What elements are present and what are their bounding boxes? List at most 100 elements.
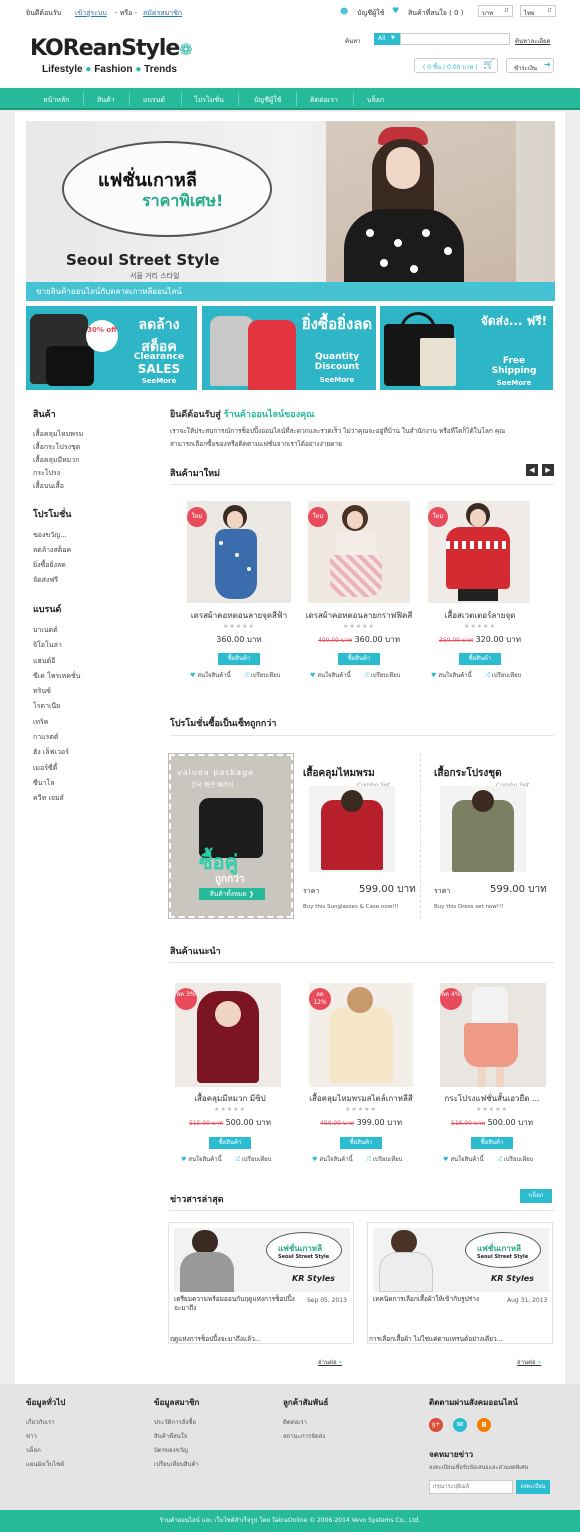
nav-brands[interactable]: แบรนด์ <box>143 95 165 106</box>
product-name[interactable]: เสื้อคลุมไหมพรมสไตล์เกาหลีสี <box>306 1092 416 1105</box>
wishlist-link[interactable]: ♥ สนใจสินค้านี้ <box>312 1154 353 1164</box>
login-link[interactable]: เข้าสู่ระบบ <box>75 8 107 19</box>
news-card-1[interactable]: แฟชั่นเกาหลี Seoul Street Style KR Style… <box>168 1222 354 1344</box>
blog-button[interactable]: บล็อก <box>520 1189 552 1203</box>
sidebar-item-quantity[interactable]: ยิ่งซื้อยิ่งลด <box>33 558 143 573</box>
carousel-prev-button[interactable]: ◀ <box>526 464 538 476</box>
compare-link[interactable]: ⤮ เปรียบเทียบ <box>364 670 400 680</box>
sidebar-brand-item[interactable]: ขีเค โพรเทคชั่น <box>33 669 143 684</box>
currency-select[interactable]: บาท ⇵ <box>478 5 513 17</box>
promo-quantity[interactable]: ยิ่งซื้อยิ่งลด Quantity Discount SeeMore <box>202 306 376 390</box>
footer-link[interactable]: เกี่ยวกับเรา <box>26 1416 64 1430</box>
advanced-search-link[interactable]: ค้นหาละเอียด <box>515 36 550 46</box>
search-scope-select[interactable]: All ▼ <box>374 33 400 45</box>
search-input[interactable] <box>400 33 510 45</box>
sidebar-item-gift[interactable]: ของขวัญ... <box>33 528 143 543</box>
sets-all-button[interactable]: สินค้าทั้งหมด ❯ <box>199 888 265 900</box>
buy-button[interactable]: ซื้อสินค้า <box>459 653 501 665</box>
wishlist-link[interactable]: ♥ สนใจสินค้านี้ <box>443 1154 484 1164</box>
footer-link[interactable]: สินค้าที่สนใจ <box>154 1430 199 1444</box>
sidebar-brand-item[interactable]: กาแรตต์ <box>33 730 143 745</box>
subscribe-button[interactable]: ลงทะเบียน <box>516 1480 550 1494</box>
cart-button[interactable]: ( 0 ชิ้น / 0.00 บาท ) 🛒 <box>414 58 498 73</box>
footer-link[interactable]: เปรียบเทียบสินค้า <box>154 1458 199 1472</box>
news-card-2[interactable]: แฟชั่นเกาหลี Seoul Street Style KR Style… <box>367 1222 553 1344</box>
nav-account[interactable]: บัญชีผู้ใช้ <box>254 95 281 106</box>
compare-link[interactable]: ⤮ เปรียบเทียบ <box>485 670 521 680</box>
sidebar-item-tops[interactable]: เสื้อบนเสื้อ <box>33 480 143 493</box>
promo-shipping[interactable]: จัดส่ง... ฟรี! Free Shipping SeeMore <box>380 306 553 390</box>
register-link[interactable]: สมัครสมาชิก <box>143 8 182 19</box>
logo[interactable]: KOReanStyle❁ <box>30 36 193 61</box>
sidebar-brand-item[interactable]: ควีท เจมส์ <box>33 791 143 806</box>
compare-label: เปรียบเทียบ <box>503 1156 534 1163</box>
sidebar-item-free-shipping[interactable]: จัดส่งฟรี <box>33 573 143 588</box>
blogger-icon[interactable]: B <box>477 1418 491 1432</box>
product-name[interactable]: เสื้อคลุมมีหมวก มีซิป <box>175 1092 285 1105</box>
sidebar-brand-item[interactable]: โรดาเนีย <box>33 699 143 714</box>
footer-link[interactable]: สถานะการจัดส่ง <box>283 1430 325 1444</box>
sidebar-brand-item[interactable]: จิโอโนล่า <box>33 638 143 653</box>
buy-button[interactable]: ซื้อสินค้า <box>471 1137 513 1149</box>
buy-button[interactable]: ซื้อสินค้า <box>209 1137 251 1149</box>
compare-link[interactable]: ⤮ เปรียบเทียบ <box>497 1154 533 1164</box>
product-name[interactable]: เดรสผ้าคอทตอนลายจุดสีฟ้า <box>184 609 294 622</box>
google-plus-icon[interactable]: g+ <box>429 1418 443 1432</box>
footer-link[interactable]: ข่าว <box>26 1430 64 1444</box>
read-more-link[interactable]: อ่านต่อ » <box>517 1357 541 1367</box>
promo-quantity-more[interactable]: SeeMore <box>300 376 374 384</box>
sidebar-brand-item[interactable]: ซีนาโล <box>33 776 143 791</box>
wishlist-link[interactable]: ♥ สนใจสินค้านี้ <box>190 670 231 680</box>
buy-button[interactable]: ซื้อสินค้า <box>218 653 260 665</box>
footer-link[interactable]: บล็อก <box>26 1444 64 1458</box>
sidebar-brand-item[interactable]: แฮนด์อี <box>33 654 143 669</box>
hero-banner[interactable]: แฟชั่นเกาหลี ราคาพิเศษ! Seoul Street Sty… <box>26 121 555 301</box>
account-link[interactable]: บัญชีผู้ใช้ <box>357 8 384 19</box>
sets-banner[interactable]: valuea package 한국 패션 패키지 ซื้อคู่ ถูกกว่า… <box>168 753 294 919</box>
nav-blog[interactable]: บล็อก <box>367 95 384 106</box>
buy-button[interactable]: ซื้อสินค้า <box>340 1137 382 1149</box>
compare-link[interactable]: ⤮ เปรียบเทียบ <box>244 670 280 680</box>
sidebar-item-skirt[interactable]: กระโปรง <box>33 467 143 480</box>
set-card-1[interactable]: เสื้อคลุมไหมพรม Combo Set ราคา 599.00 บา… <box>293 754 421 918</box>
sidebar-brand-item[interactable]: ทรินซ์ <box>33 684 143 699</box>
nav-promotions[interactable]: โปรโมชั่น <box>194 95 224 106</box>
nav-products[interactable]: สินค้า <box>97 95 115 106</box>
sidebar-brand-item[interactable]: เมอร์ซี่ดี้ <box>33 761 143 776</box>
sidebar-brand-item[interactable]: บาเนตต์ <box>33 623 143 638</box>
promo-clearance[interactable]: 30% off ลดล้างสต็อค Clearance SALES SeeM… <box>26 306 197 390</box>
footer-link[interactable]: ประวัติการสั่งซื้อ <box>154 1416 199 1430</box>
nav-home[interactable]: หน้าหลัก <box>43 95 69 106</box>
wishlist-link[interactable]: สินค้าที่สนใจ ( 0 ) <box>408 8 463 19</box>
footer-link[interactable]: บัตรของขวัญ <box>154 1444 199 1458</box>
read-more-link[interactable]: อ่านต่อ » <box>318 1357 342 1367</box>
sidebar-item-hoodie[interactable]: เสื้อคลุมมีหมวก <box>33 454 143 467</box>
sidebar-brand-item[interactable]: ฮัง เล็ฟเวอร์ <box>33 745 143 760</box>
sidebar-item-cardigan[interactable]: เสื้อคลุมไหมพรม <box>33 428 143 441</box>
email-icon[interactable]: ✉ <box>453 1418 467 1432</box>
wishlist-link[interactable]: ♥ สนใจสินค้านี้ <box>310 670 351 680</box>
wishlist-link[interactable]: ♥ สนใจสินค้านี้ <box>181 1154 222 1164</box>
wishlist-link[interactable]: ♥ สนใจสินค้านี้ <box>431 670 472 680</box>
promo-shipping-more[interactable]: SeeMore <box>478 379 550 387</box>
language-select[interactable]: ไทย ⇵ <box>520 5 556 17</box>
nav-contact[interactable]: ติดต่อเรา <box>310 95 338 106</box>
newsletter-email-input[interactable] <box>429 1480 513 1494</box>
sidebar-item-dress[interactable]: เสื้อกระโปรงชุด <box>33 441 143 454</box>
promo-clearance-more[interactable]: SeeMore <box>124 377 194 385</box>
sidebar-item-clearance[interactable]: ลดล้างสต็อค <box>33 543 143 558</box>
compare-link[interactable]: ⤮ เปรียบเทียบ <box>235 1154 271 1164</box>
set-card-2[interactable]: เสื้อกระโปรงชุด Combo Set ราคา 599.00 บา… <box>424 754 554 918</box>
buy-button[interactable]: ซื้อสินค้า <box>338 653 380 665</box>
product-name[interactable]: กระโปรงแฟชั่นสั้นเอวยืด ... <box>437 1092 547 1105</box>
checkout-button[interactable]: ชำระเงิน ➜ <box>506 58 554 73</box>
sidebar-brand-item[interactable]: เทริค <box>33 715 143 730</box>
carousel-next-button[interactable]: ▶ <box>542 464 554 476</box>
product-name[interactable]: เดรสผ้าคอทตอนลายกราฟฟิคสี <box>304 609 414 622</box>
compare-link[interactable]: ⤮ เปรียบเทียบ <box>366 1154 402 1164</box>
footer-link[interactable]: ติดต่อเรา <box>283 1416 325 1430</box>
footer-link[interactable]: แผนผังเว็บไซต์ <box>26 1458 64 1472</box>
news-headline[interactable]: เทคนิคการเลือกเสื้อผ้าให้เข้ากับรูปร่าง <box>373 1295 501 1304</box>
product-name[interactable]: เสื้อสเวตเตอร์ลายจุด <box>425 609 535 622</box>
news-headline[interactable]: เตรียมความพร้อมออนกับฤดูแห่งการช็อปปิ้งจ… <box>174 1295 298 1313</box>
